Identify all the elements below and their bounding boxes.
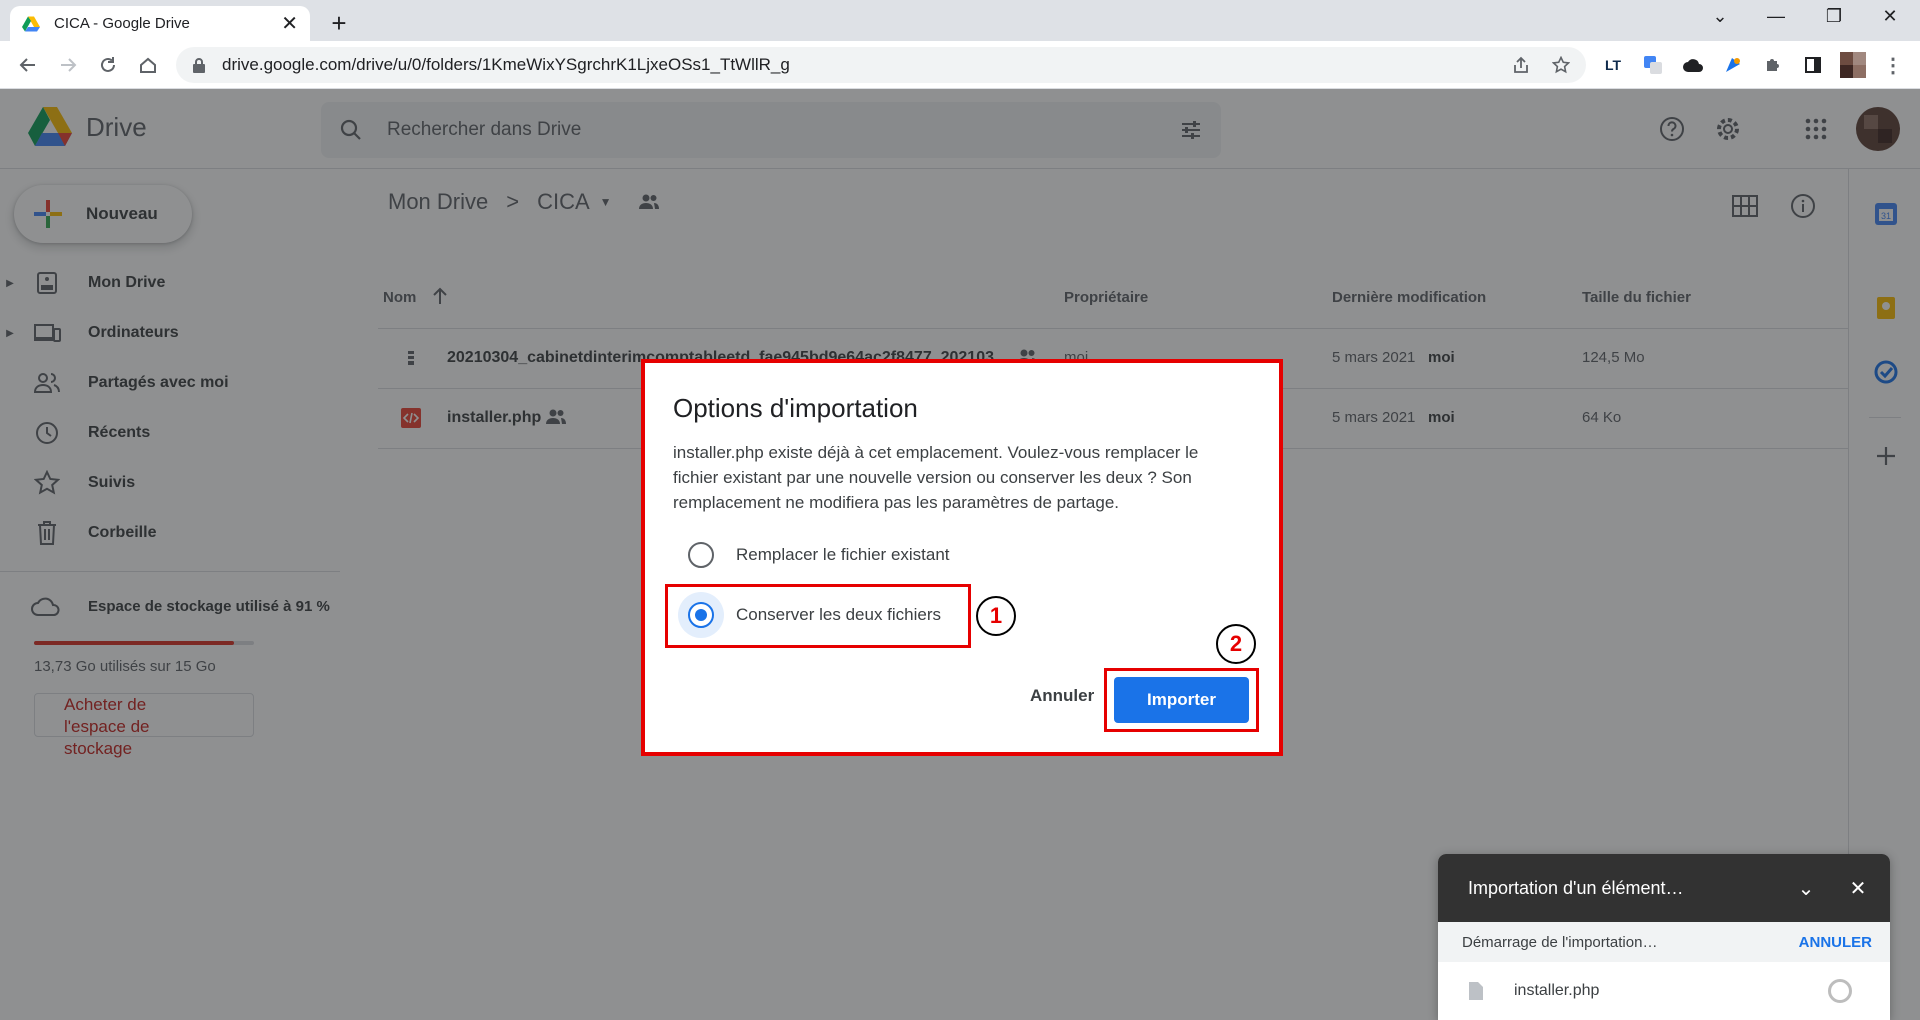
translate-extension-icon[interactable]	[1640, 52, 1666, 78]
option-keep-both[interactable]: Conserver les deux fichiers	[688, 602, 941, 628]
browser-tabstrip: CICA - Google Drive ✕ + ⌄ — ❐ ✕	[0, 0, 1920, 41]
profile-avatar[interactable]	[1840, 52, 1866, 78]
reload-icon[interactable]	[94, 51, 122, 79]
upload-file-name: installer.php	[1514, 982, 1600, 999]
back-arrow-icon[interactable]	[14, 51, 42, 79]
dialog-title: Options d'importation	[673, 393, 918, 423]
option-replace-file[interactable]: Remplacer le fichier existant	[688, 542, 950, 568]
puzzle-extensions-icon[interactable]	[1760, 52, 1786, 78]
share-icon[interactable]	[1508, 52, 1534, 78]
google-drive-favicon-icon	[22, 16, 40, 31]
tab-title: CICA - Google Drive	[54, 15, 190, 32]
url-text: drive.google.com/drive/u/0/folders/1KmeW…	[222, 55, 790, 74]
lock-icon	[193, 58, 205, 73]
collapse-chevron-icon[interactable]: ⌄	[1786, 876, 1826, 901]
side-panel-icon[interactable]	[1800, 52, 1826, 78]
cancel-button[interactable]: Annuler	[1030, 686, 1094, 706]
browser-toolbar: drive.google.com/drive/u/0/folders/1KmeW…	[0, 41, 1920, 89]
upload-panel-header: Importation d'un élément… ⌄ ✕	[1438, 854, 1890, 922]
home-icon[interactable]	[134, 51, 162, 79]
keep-both-radio-label: Conserver les deux fichiers	[736, 605, 942, 624]
file-icon	[1469, 982, 1483, 1000]
dialog-message: installer.php existe déjà à cet emplacem…	[673, 443, 1199, 512]
forward-arrow-icon[interactable]	[54, 51, 82, 79]
ninja-extension-icon[interactable]	[1720, 52, 1746, 78]
keep-both-radio[interactable]	[688, 602, 714, 628]
close-icon[interactable]: ✕	[1838, 876, 1878, 901]
upload-status-text: Démarrage de l'importation…	[1462, 933, 1658, 951]
cloud-extension-icon[interactable]	[1680, 52, 1706, 78]
tab-search-chevron-icon[interactable]: ⌄	[1700, 6, 1740, 27]
upload-spinner-icon	[1828, 979, 1852, 1003]
annotation-marker-2: 2	[1216, 624, 1256, 664]
replace-radio-label: Remplacer le fichier existant	[736, 545, 950, 564]
replace-radio[interactable]	[688, 542, 714, 568]
upload-status-bar: Démarrage de l'importation… ANNULER	[1438, 922, 1890, 962]
bookmark-star-icon[interactable]	[1548, 52, 1574, 78]
browser-menu-icon[interactable]: ⋮	[1880, 52, 1906, 78]
upload-title: Importation d'un élément…	[1468, 877, 1684, 898]
upload-progress-panel: Importation d'un élément… ⌄ ✕ Démarrage …	[1438, 854, 1890, 1020]
annotation-marker-1: 1	[976, 596, 1016, 636]
languagetool-extension-icon[interactable]: LT	[1600, 52, 1626, 78]
browser-tab[interactable]: CICA - Google Drive ✕	[10, 6, 310, 41]
tab-close-icon[interactable]: ✕	[281, 14, 298, 34]
import-button[interactable]: Importer	[1114, 677, 1249, 723]
address-bar[interactable]: drive.google.com/drive/u/0/folders/1KmeW…	[176, 47, 1586, 83]
minimize-icon[interactable]: —	[1756, 6, 1796, 27]
upload-item[interactable]: installer.php	[1438, 962, 1890, 1020]
upload-cancel-button[interactable]: ANNULER	[1799, 934, 1872, 951]
window-close-icon[interactable]: ✕	[1870, 6, 1910, 27]
new-tab-button[interactable]: +	[324, 8, 354, 39]
restore-icon[interactable]: ❐	[1814, 6, 1854, 27]
